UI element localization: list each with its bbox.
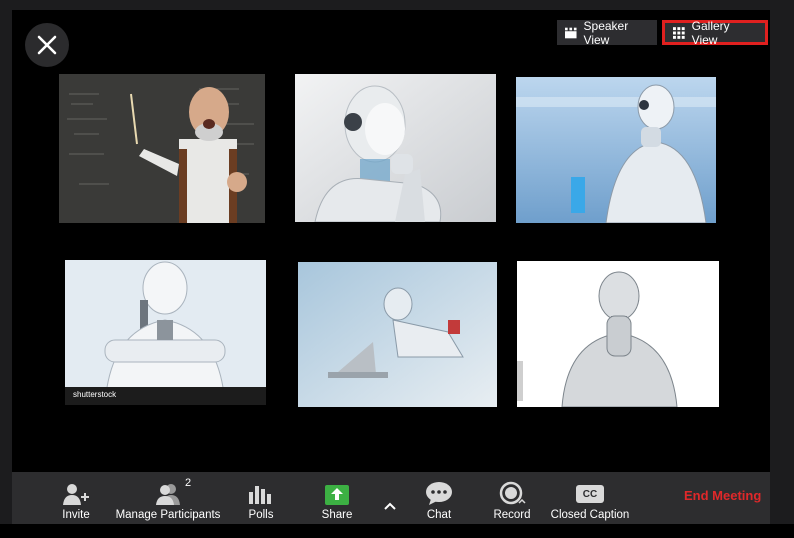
record-icon bbox=[499, 481, 526, 505]
invite-label: Invite bbox=[62, 509, 90, 521]
polls-icon bbox=[249, 486, 271, 504]
video-tile-robot-arms[interactable]: shutterstock bbox=[65, 260, 266, 405]
robot-image bbox=[516, 77, 716, 223]
gallery-view-icon bbox=[673, 26, 685, 39]
share-options-chevron[interactable] bbox=[380, 472, 400, 524]
video-tile-robot-white[interactable] bbox=[517, 261, 719, 407]
robot-image bbox=[65, 260, 266, 405]
manage-participants-button[interactable]: Manage Participants bbox=[112, 472, 224, 524]
closed-caption-label: Closed Caption bbox=[550, 509, 630, 521]
video-tile-robot-thinking[interactable] bbox=[295, 74, 496, 222]
speaker-view-label: Speaker View bbox=[583, 18, 629, 47]
close-button[interactable] bbox=[25, 23, 69, 67]
speaker-view-icon bbox=[565, 27, 577, 38]
video-tile-robot-laptop[interactable] bbox=[298, 262, 497, 407]
close-icon bbox=[37, 35, 57, 55]
gallery-view-button[interactable]: Gallery View bbox=[662, 18, 768, 47]
record-label: Record bbox=[493, 509, 531, 521]
share-button[interactable]: Share bbox=[317, 472, 357, 524]
gallery-view-label: Gallery View bbox=[691, 18, 730, 47]
polls-button[interactable]: Polls bbox=[243, 472, 279, 524]
end-meeting-button[interactable]: End Meeting bbox=[684, 488, 761, 503]
invite-button[interactable]: Invite bbox=[55, 472, 97, 524]
invite-icon bbox=[63, 484, 89, 505]
share-label: Share bbox=[321, 509, 353, 521]
chevron-up-icon bbox=[384, 502, 396, 510]
watermark-text: shutterstock bbox=[73, 390, 117, 399]
video-tile-teacher[interactable] bbox=[59, 74, 265, 223]
closed-caption-icon: CC bbox=[576, 485, 604, 503]
robot-image bbox=[298, 262, 497, 407]
bottom-strip bbox=[0, 524, 794, 538]
record-button[interactable]: Record bbox=[490, 472, 534, 524]
polls-label: Polls bbox=[248, 509, 274, 521]
robot-image bbox=[295, 74, 496, 222]
cc-glyph: CC bbox=[582, 488, 598, 500]
teacher-image bbox=[59, 74, 265, 223]
share-screen-icon bbox=[325, 485, 349, 505]
participants-count-badge: 2 bbox=[185, 477, 192, 489]
chat-label: Chat bbox=[426, 509, 452, 521]
closed-caption-button[interactable]: CC Closed Caption bbox=[548, 472, 632, 524]
speaker-view-button[interactable]: Speaker View bbox=[557, 18, 657, 47]
chat-button[interactable]: Chat bbox=[422, 472, 456, 524]
participants-icon bbox=[156, 484, 180, 505]
chat-icon bbox=[426, 482, 452, 505]
manage-participants-label: Manage Participants bbox=[115, 509, 221, 521]
video-tile-robot-blue[interactable] bbox=[516, 77, 716, 223]
robot-image bbox=[517, 261, 719, 407]
